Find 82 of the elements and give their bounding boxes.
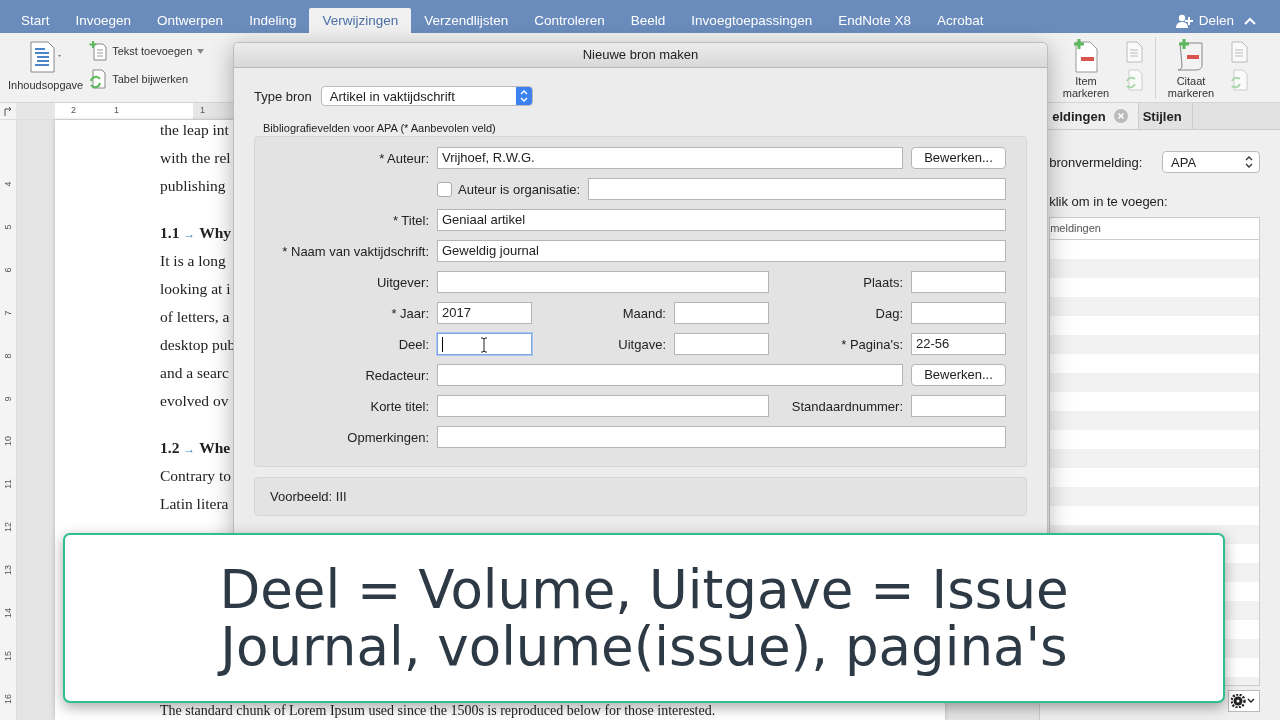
settings-button[interactable] — [1228, 690, 1260, 712]
table-of-contents-button[interactable]: Inhoudsopgave — [0, 33, 90, 91]
input-field[interactable] — [588, 178, 1006, 200]
input-field[interactable] — [437, 364, 903, 386]
body-text: Contrary to — [160, 466, 232, 486]
add-document-icon — [89, 41, 108, 61]
field-label: Plaats: — [862, 274, 903, 290]
source-type-select[interactable]: Artikel in vaktijdschrift — [320, 86, 533, 106]
pane-tab[interactable]: eldingen — [1048, 103, 1139, 129]
document-plus-minus-icon — [1071, 39, 1101, 73]
input-field[interactable]: 22-56 — [911, 333, 1006, 355]
text-cursor-icon — [480, 337, 488, 353]
input-field[interactable]: Geniaal artikel — [437, 209, 1006, 231]
vertical-ruler: 4 5 6 7 8 9 10 11 12 13 14 15 16 — [0, 120, 17, 720]
input-field[interactable] — [437, 426, 1006, 448]
body-text: looking at i — [160, 279, 231, 299]
field-label: Uitgever: — [375, 274, 429, 290]
input-field[interactable] — [911, 271, 1006, 293]
input-field[interactable] — [674, 333, 769, 355]
field-label: Redacteur: — [364, 367, 429, 383]
close-icon[interactable] — [1113, 109, 1128, 123]
body-text: The standard chunk of Lorem Ipsum used since the 1500s is reproduced below for those interested. — [160, 703, 716, 718]
input-field[interactable] — [437, 333, 532, 355]
type-label: Type bron — [254, 88, 312, 104]
field-label: Deel: — [397, 336, 429, 352]
section-label: Bibliografievelden voor APA (* Aanbevolen veld) — [263, 122, 497, 134]
refresh-icon[interactable] — [1125, 69, 1143, 91]
tab-stop-icon[interactable] — [3, 106, 13, 116]
input-field[interactable] — [911, 302, 1006, 324]
body-text: publishing — [160, 176, 226, 196]
refresh-document-icon — [89, 69, 108, 89]
edit-button[interactable]: Bewerken... — [911, 364, 1006, 386]
body-text: with the rel — [160, 148, 231, 168]
checkbox[interactable] — [437, 181, 452, 197]
pane-tab[interactable]: Stijlen — [1138, 103, 1193, 129]
input-field[interactable] — [911, 395, 1006, 417]
field-label: * Jaar: — [390, 305, 429, 321]
ribbon-button[interactable]: Tabel bijwerken — [89, 69, 205, 89]
dialog-title: Nieuwe bron maken — [234, 43, 1047, 68]
edit-button[interactable]: Bewerken... — [911, 147, 1006, 169]
ribbon-tab[interactable]: Verwijzingen — [309, 8, 412, 33]
up-down-icon — [1245, 156, 1253, 168]
input-field[interactable] — [674, 302, 769, 324]
input-field[interactable]: Geweldig journal — [437, 240, 1006, 262]
input-field[interactable] — [437, 271, 769, 293]
field-label: Dag: — [874, 305, 903, 321]
mark-button[interactable]: Item markeren — [1057, 33, 1115, 100]
checkbox-label: Auteur is organisatie: — [458, 181, 581, 197]
input-field[interactable]: Vrijhoef, R.W.G. — [437, 147, 903, 169]
body-text: of letters, a — [160, 307, 230, 327]
field-label: Opmerkingen: — [346, 429, 429, 445]
field-label: Maand: — [621, 305, 666, 321]
preview-text: Voorbeeld: III — [270, 489, 347, 504]
caret-icon — [197, 48, 205, 54]
document-list-icon — [28, 41, 63, 73]
style-label: bronvermelding: — [1049, 154, 1143, 170]
input-field[interactable]: 2017 — [437, 302, 532, 324]
input-field[interactable] — [437, 395, 769, 417]
body-text: the leap int — [160, 120, 229, 140]
body-text: It is a long — [160, 251, 226, 271]
document-icon[interactable] — [1230, 41, 1248, 63]
field-label: * Auteur: — [378, 150, 429, 166]
field-label: Standaardnummer: — [790, 398, 903, 414]
section-heading: 1.2 → Whe — [160, 438, 231, 458]
body-text: evolved ov — [160, 391, 229, 411]
body-text: Latin litera — [160, 494, 229, 514]
add-person-icon — [1175, 13, 1194, 28]
hint-text: klik om in te voegen: — [1049, 194, 1169, 209]
section-heading: 1.1 → Why — [160, 223, 231, 243]
collapse-icon[interactable] — [1244, 16, 1256, 25]
body-text: and a searc — [160, 363, 229, 383]
document-icon[interactable] — [1125, 41, 1143, 63]
up-down-icon — [519, 90, 528, 102]
field-label: Korte titel: — [369, 398, 429, 414]
ribbon-button[interactable]: Tekst toevoegen — [89, 41, 205, 61]
mark-button[interactable]: Citaat markeren — [1162, 33, 1220, 100]
field-label: * Pagina's: — [840, 336, 903, 352]
refresh-icon[interactable] — [1230, 69, 1248, 91]
field-label: Uitgave: — [617, 336, 666, 352]
field-label: * Naam van vaktijdschrift: — [281, 243, 429, 259]
style-select[interactable]: APA — [1162, 151, 1260, 173]
field-label: * Titel: — [391, 212, 429, 228]
